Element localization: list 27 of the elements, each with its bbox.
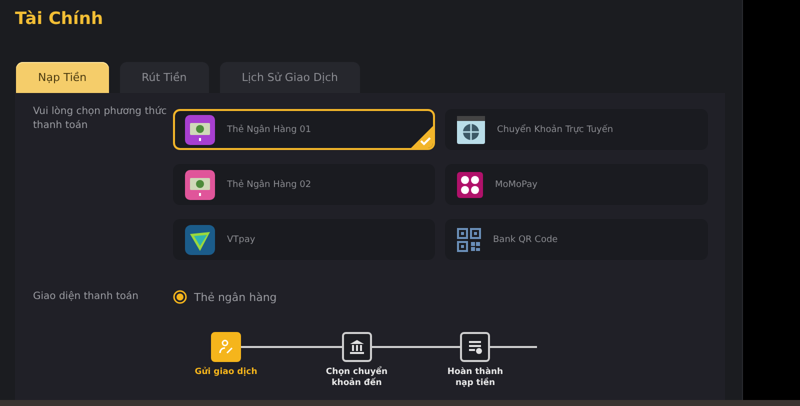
vtpay-logo-icon: [185, 224, 215, 254]
payment-method-option[interactable]: Bank QR Code: [445, 219, 708, 260]
person-edit-icon: [218, 339, 234, 355]
bank-card-icon: [185, 170, 215, 200]
check-icon: [411, 126, 433, 148]
momo-logo-icon: [457, 172, 483, 198]
tab[interactable]: Lịch Sử Giao Dịch: [220, 62, 360, 93]
tab[interactable]: Rút Tiền: [120, 62, 209, 93]
step-label: Gửi giao dịch: [194, 367, 258, 378]
radio-option[interactable]: Thẻ ngân hàng: [173, 290, 277, 304]
step-label: Hoàn thành nạp tiền: [446, 367, 504, 389]
step-label: Chọn chuyển khoản đến: [324, 367, 389, 389]
payment-method-option[interactable]: VTpay: [173, 219, 435, 260]
bank-card-icon: [185, 114, 215, 144]
tab[interactable]: Nạp Tiền: [16, 62, 109, 93]
payment-method-option[interactable]: MoMoPay: [445, 164, 708, 205]
payment-method-option[interactable]: Thẻ Ngân Hàng 02: [173, 164, 435, 205]
method-label: Vui lòng chọn phương thức thanh toán: [33, 105, 168, 133]
receipt-icon: [467, 339, 484, 355]
globe-icon: [457, 116, 485, 144]
interface-label: Giao diện thanh toán: [33, 290, 140, 304]
radio-icon: [173, 290, 187, 304]
payment-method-option[interactable]: Chuyển Khoản Trực Tuyến: [445, 109, 708, 150]
payment-method-option[interactable]: Thẻ Ngân Hàng 01: [173, 109, 435, 150]
page-title: Tài Chính: [15, 9, 104, 31]
qr-code-icon: [457, 228, 481, 252]
bank-icon: [348, 339, 365, 355]
